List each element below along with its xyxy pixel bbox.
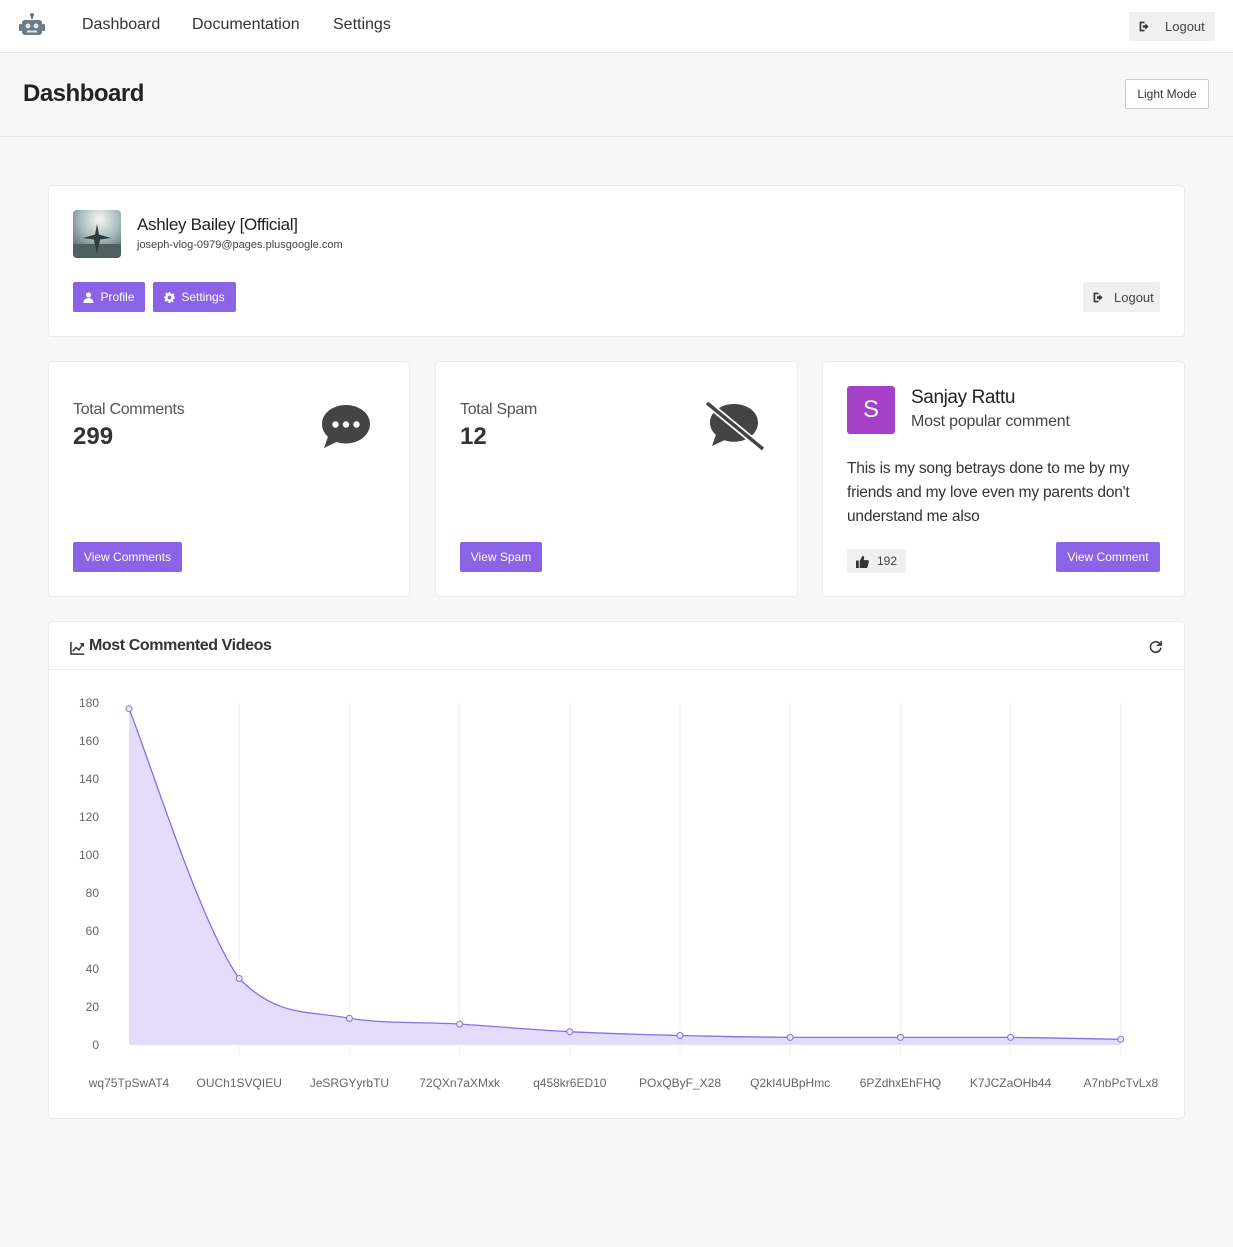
y-tick-label: 160 [79, 734, 99, 748]
profile-label: Profile [100, 290, 135, 304]
total-comments-label: Total Comments [73, 401, 185, 418]
robot-logo-icon[interactable] [19, 13, 45, 39]
channel-email: joseph-vlog-0979@pages.plusgoogle.com [137, 239, 343, 251]
card-logout-button[interactable]: Logout [1083, 282, 1160, 312]
series-line [128, 708, 1121, 1040]
x-tick-label: 72QXn7aXMxk [419, 1076, 501, 1090]
y-tick-label: 180 [79, 696, 99, 710]
top-navbar: Dashboard Documentation Settings Logout [0, 0, 1233, 53]
view-comment-button[interactable]: View Comment [1056, 542, 1160, 572]
x-tick-label: 6PZdhxEhFHQ [860, 1076, 941, 1090]
total-spam-card: Total Spam 12 View Spam [435, 361, 798, 597]
total-comments-card: Total Comments 299 View Comments [48, 361, 410, 597]
total-spam-label: Total Spam [460, 401, 538, 418]
y-tick-label: 100 [79, 848, 99, 862]
data-point [1117, 1035, 1125, 1043]
nav-documentation[interactable]: Documentation [192, 16, 300, 34]
nav-logout-button[interactable]: Logout [1129, 12, 1215, 41]
x-tick-label: JeSRGYyrbTU [310, 1076, 389, 1090]
channel-name: Ashley Bailey [Official] [137, 215, 298, 234]
channel-card: Ashley Bailey [Official] joseph-vlog-097… [48, 185, 1185, 337]
popular-comment-subtitle: Most popular comment [911, 413, 1070, 430]
data-point [676, 1032, 684, 1039]
sign-out-icon [1093, 292, 1103, 302]
settings-label: Settings [181, 290, 225, 304]
author-initial-badge: S [847, 386, 895, 434]
data-point [235, 975, 243, 982]
x-tick-label: OUCh1SVQIEU [197, 1076, 282, 1090]
popular-comment-text: This is my song betrays done to me by my… [847, 460, 1130, 525]
nav-settings[interactable]: Settings [333, 16, 391, 34]
thumbs-up-icon [855, 555, 869, 568]
most-commented-videos-card: Most Commented Videos 0 20 40 60 80 100 120 140… [48, 621, 1185, 1119]
data-point [896, 1033, 904, 1041]
data-point [125, 705, 133, 713]
y-tick-label: 20 [86, 1000, 100, 1014]
light-mode-button[interactable]: Light Mode [1125, 79, 1209, 109]
popular-comment-card: S Sanjay Rattu Most popular comment This… [822, 361, 1185, 597]
page-header: Dashboard Light Mode [0, 53, 1233, 137]
data-point [786, 1033, 794, 1041]
x-tick-label: POxQByF_X28 [639, 1076, 721, 1090]
user-icon [83, 291, 95, 303]
y-tick-label: 80 [86, 886, 100, 900]
channel-avatar[interactable] [73, 210, 121, 258]
chart-line-icon [70, 641, 85, 655]
comment-dots-icon [322, 405, 370, 448]
nav-dashboard[interactable]: Dashboard [82, 16, 160, 34]
y-tick-label: 0 [92, 1038, 99, 1052]
logout-label: Logout [1165, 19, 1205, 34]
data-point [1007, 1033, 1015, 1041]
refresh-icon[interactable] [1148, 639, 1163, 654]
logout-label: Logout [1114, 289, 1154, 305]
comment-slash-icon [704, 400, 766, 452]
series-area [129, 708, 1121, 1045]
view-comments-button[interactable]: View Comments [73, 542, 182, 572]
x-tick-label: A7nbPcTvLx8 [1083, 1076, 1158, 1090]
popular-comment-author: Sanjay Rattu [911, 387, 1015, 408]
x-tick-label: Q2kI4UBpHmc [750, 1076, 830, 1090]
like-count: 192 [876, 554, 898, 568]
chart-card-header: Most Commented Videos [49, 622, 1184, 670]
profile-button[interactable]: Profile [73, 282, 145, 312]
most-commented-videos-chart: 0 20 40 60 80 100 120 140 160 180 wq75TpSwAT4 OUCh1… [79, 696, 1159, 1090]
chart-title: Most Commented Videos [89, 637, 272, 654]
page-title: Dashboard [23, 80, 144, 107]
data-point [456, 1020, 464, 1028]
y-tick-label: 60 [86, 924, 100, 938]
total-spam-value: 12 [460, 423, 487, 450]
settings-button[interactable]: Settings [153, 282, 236, 312]
y-tick-label: 120 [79, 810, 99, 824]
x-tick-label: q458kr6ED10 [533, 1076, 607, 1090]
data-point [566, 1028, 574, 1036]
total-comments-value: 299 [73, 423, 114, 450]
y-tick-label: 40 [86, 962, 100, 976]
x-tick-label: wq75TpSwAT4 [88, 1076, 170, 1090]
like-count-badge: 192 [847, 549, 906, 573]
data-point [345, 1014, 353, 1022]
gear-icon [164, 291, 176, 303]
y-tick-label: 140 [79, 772, 99, 786]
x-tick-label: K7JCZaOHb44 [970, 1076, 1052, 1090]
view-spam-button[interactable]: View Spam [460, 542, 542, 572]
sign-out-icon [1139, 21, 1149, 32]
